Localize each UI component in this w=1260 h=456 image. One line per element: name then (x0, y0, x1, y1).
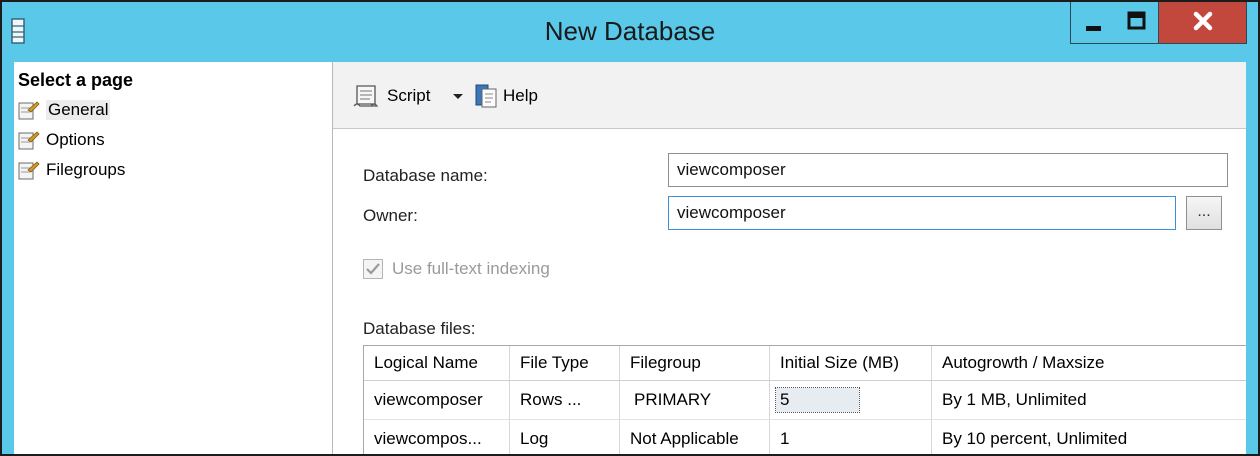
help-button[interactable]: Help (473, 82, 538, 110)
maximize-icon (1127, 11, 1146, 30)
cell-initial-size-value: 5 (774, 387, 861, 413)
general-page: Script Help Database name: viewcomposer … (333, 62, 1246, 454)
table-row[interactable]: viewcomposer Rows ... PRIMARY 5 By 1 MB,… (364, 381, 1246, 420)
database-name-label: Database name: (363, 166, 488, 185)
database-name-input[interactable]: viewcomposer (668, 153, 1228, 187)
cell-autogrowth-value: By 1 MB, Unlimited (942, 390, 1087, 409)
sidebar-item-filegroups[interactable]: Filegroups (18, 158, 125, 182)
close-icon (1193, 11, 1213, 31)
select-page-header: Select a page (18, 70, 134, 90)
grid-header-row: Logical Name File Type Filegroup Initial… (364, 346, 1246, 381)
column-header-autogrowth[interactable]: Autogrowth / Maxsize (932, 346, 1246, 380)
minimize-icon (1086, 26, 1101, 31)
minimize-button[interactable] (1070, 2, 1115, 44)
page-wrench-icon (18, 161, 40, 180)
cell-logical-name[interactable]: viewcompos... (364, 420, 510, 454)
cell-autogrowth[interactable]: By 10 percent, Unlimited (932, 420, 1246, 454)
script-button-label: Script (387, 86, 431, 105)
cell-initial-size[interactable]: 5 (770, 381, 932, 419)
new-database-window: New Database Select a page General Optio… (0, 0, 1260, 456)
database-files-label: Database files: (363, 319, 476, 338)
cell-filegroup[interactable]: Not Applicable (620, 420, 770, 454)
help-button-label: Help (503, 86, 538, 105)
column-header-filegroup[interactable]: Filegroup (620, 346, 770, 380)
cell-file-type[interactable]: Rows ... (510, 381, 620, 419)
sidebar-item-options[interactable]: Options (18, 128, 105, 152)
owner-input[interactable]: viewcomposer (668, 196, 1176, 230)
page-wrench-icon (18, 101, 40, 120)
fulltext-indexing-checkbox[interactable]: Use full-text indexing (363, 259, 550, 279)
script-scroll-icon (353, 85, 379, 107)
script-button[interactable]: Script (351, 82, 430, 110)
owner-browse-button[interactable]: ... (1186, 196, 1222, 230)
script-dropdown-button[interactable] (451, 82, 465, 110)
cell-initial-size[interactable]: 1 (770, 420, 932, 454)
database-files-grid: Logical Name File Type Filegroup Initial… (363, 345, 1246, 454)
cell-autogrowth[interactable]: By 1 MB, Unlimited (932, 381, 1246, 419)
checkbox-box[interactable] (363, 259, 383, 279)
sidebar-item-label: Filegroups (46, 160, 126, 179)
help-book-icon (475, 84, 497, 108)
column-header-logical-name[interactable]: Logical Name (364, 346, 510, 380)
owner-label: Owner: (363, 206, 418, 225)
column-header-file-type[interactable]: File Type (510, 346, 620, 380)
cell-logical-name[interactable]: viewcomposer (364, 381, 510, 419)
sidebar-item-label: General (46, 100, 111, 120)
close-button[interactable] (1159, 2, 1247, 44)
checkmark-icon (366, 263, 380, 275)
fulltext-indexing-label: Use full-text indexing (392, 259, 550, 278)
sidebar-item-label: Options (46, 130, 105, 149)
sidebar-item-general[interactable]: General (18, 98, 111, 122)
toolbar: Script Help (333, 62, 1246, 129)
cell-file-type[interactable]: Log (510, 420, 620, 454)
page-wrench-icon (18, 131, 40, 150)
table-row[interactable]: viewcompos... Log Not Applicable 1 By 10… (364, 420, 1246, 454)
column-header-initial-size[interactable]: Initial Size (MB) (770, 346, 932, 380)
title-bar[interactable]: New Database (2, 2, 1258, 62)
page-selector-pane: Select a page General Options Filegroups (14, 62, 333, 454)
cell-filegroup-value: PRIMARY (634, 390, 712, 409)
dropdown-arrow-icon (453, 94, 463, 99)
maximize-button[interactable] (1114, 2, 1159, 44)
dialog-client: Select a page General Options Filegroups… (14, 62, 1246, 454)
cell-filegroup[interactable]: PRIMARY (620, 381, 770, 419)
